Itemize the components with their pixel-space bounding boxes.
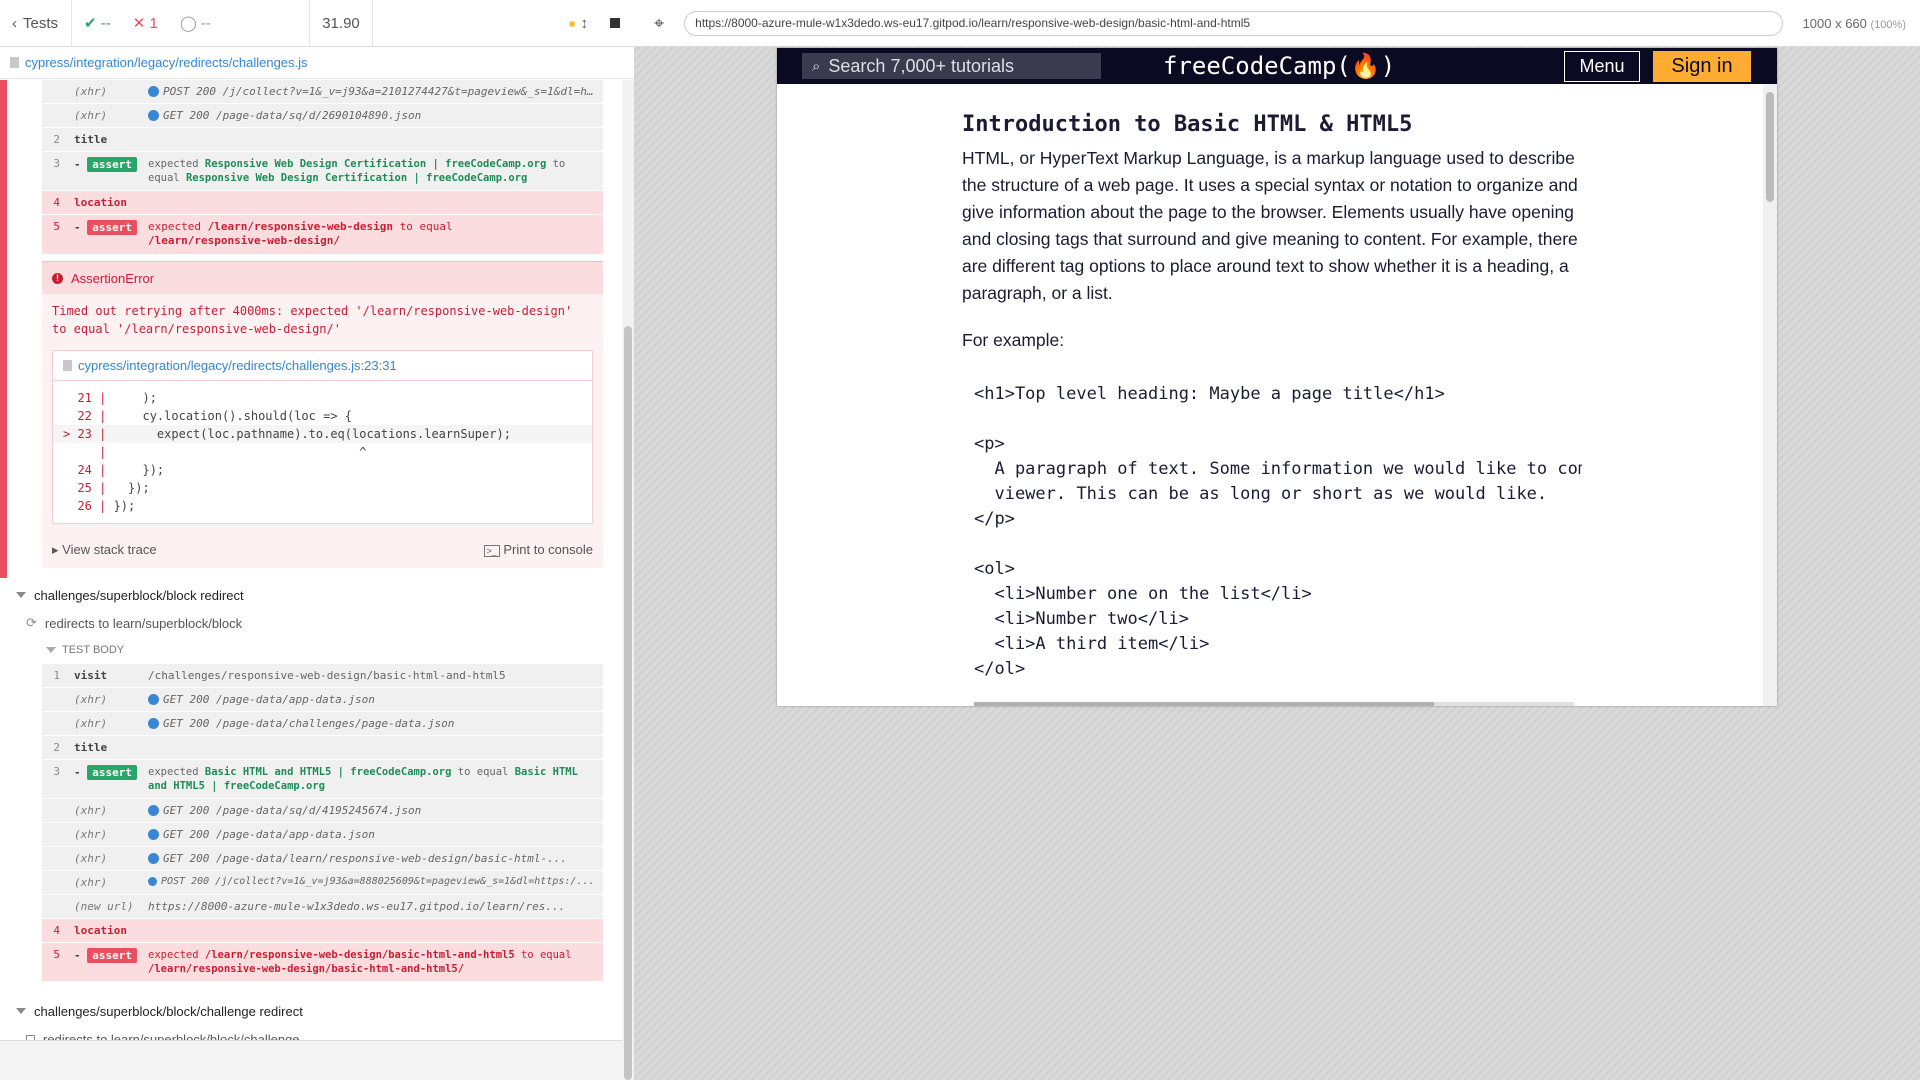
reporter-footer [0,1040,622,1080]
code-example: <h1>Top level heading: Maybe a page titl… [974,384,1582,679]
xhr-dot-icon [148,718,159,729]
check-icon: ✔ [84,15,97,32]
command-row[interactable]: (xhr) POST 200 /j/collect?v=1&_v=j93&a=88… [42,871,603,895]
scrollbar-thumb[interactable] [624,326,632,1080]
assert-row[interactable]: 3 - assert expected Responsive Web Desig… [42,152,603,191]
command-row[interactable]: (xhr) GET 200 /page-data/challenges/page-… [42,712,603,736]
assert-badge: assert [87,765,137,780]
assert-row[interactable]: 3 - assert expected Basic HTML and HTML5… [42,760,603,799]
assert-badge: assert [87,220,137,235]
menu-button[interactable]: Menu [1564,51,1640,82]
xhr-dot-icon [148,86,159,97]
test-title[interactable]: redirects to learn/superblock/block/chal… [0,1026,620,1040]
x-icon: ✕ [132,15,146,32]
stats-summary: ✔ -- ✕ 1 ◯ -- [72,0,310,47]
code-line: 24 | }); [63,463,165,477]
reporter-scrollbar[interactable] [622,80,634,1080]
command-row[interactable]: (xhr) GET 200 /page-data/app-data.json [42,688,603,712]
assert-badge: assert [87,157,137,172]
iframe-scrollbar[interactable] [1763,84,1777,706]
xhr-dot-icon [148,110,159,121]
xhr-dot-icon [148,694,159,705]
status-dot-icon: ● [568,15,577,31]
error-message: Timed out retrying after 4000ms: expecte… [52,304,573,336]
command-row[interactable]: (xhr) POST 200 /j/collect?v=1&_v=j93&a=2… [42,80,603,104]
command-row[interactable]: 1 visit/challenges/responsive-web-design/… [42,664,603,688]
app-under-test-panel: ⌖ https://8000-azure-mule-w1x3dedo.ws-eu… [634,0,1920,1080]
duration: 31.90 [310,0,373,47]
test-body-label[interactable]: TEST BODY [0,636,620,664]
reporter-header: ‹ Tests ✔ -- ✕ 1 ◯ -- 31.90 ● ↕ [0,0,634,47]
command-row[interactable]: (xhr) GET 200 /page-data/app-data.json [42,823,603,847]
suite-title[interactable]: challenges/superblock/block redirect [0,580,620,610]
code-line: | ^ [63,445,367,459]
lesson-content: Introduction to Basic HTML & HTML5 HTML,… [962,112,1582,682]
print-to-console-button[interactable]: >_ Print to console [483,542,593,558]
page-title: Introduction to Basic HTML & HTML5 [962,112,1413,137]
code-line: > 23 | expect(loc.pathname).to.eq(locati… [53,425,592,443]
app-iframe[interactable]: ⌕ Search 7,000+ tutorials freeCodeCamp(🔥)… [777,48,1777,706]
viewport-size: 1000 x 660 (100%) [1802,15,1906,31]
assert-row-failed[interactable]: 5 - assert expected /learn/responsive-we… [42,215,603,255]
circle-icon: ◯ [179,15,197,32]
aut-header: ⌖ https://8000-azure-mule-w1x3dedo.ws-eu… [634,0,1920,47]
error-title: ! AssertionError [42,262,603,294]
example-label: For example: [962,330,1065,350]
code-line: 21 | ); [63,391,157,405]
command-row[interactable]: (xhr) GET 200 /page-data/sq/d/2690104890… [42,104,603,128]
command-row[interactable]: 2 title [42,128,603,152]
tests-back-button[interactable]: ‹ Tests [0,0,72,47]
fcc-navbar: ⌕ Search 7,000+ tutorials freeCodeCamp(🔥)… [777,48,1777,84]
reporter-controls: ● ↕ [373,0,634,47]
terminal-icon: >_ [483,545,500,557]
intro-paragraph: HTML, or HyperText Markup Language, is a… [962,148,1578,303]
reporter-scroll-area: (xhr) POST 200 /j/collect?v=1&_v=j93&a=2… [0,80,620,1040]
command-row[interactable]: 4 location [42,191,603,215]
passed-stat: ✔ -- [84,15,111,32]
auto-scroll-icon[interactable]: ↕ [581,15,589,32]
spec-file-link[interactable]: cypress/integration/legacy/redirects/cha… [0,47,634,79]
test-title[interactable]: ⟳ redirects to learn/superblock/block [0,610,620,636]
xhr-dot-icon [148,829,159,840]
command-row[interactable]: (new url) https://8000-azure-mule-w1x3ded… [42,895,603,919]
url-input[interactable]: https://8000-azure-mule-w1x3dedo.ws-eu17… [684,10,1783,36]
failed-stat: ✕ 1 [132,15,158,32]
code-line: 25 | }); [63,481,150,495]
assert-row-failed[interactable]: 5 - assert expected /learn/responsive-we… [42,943,603,982]
selector-playground-icon[interactable]: ⌖ [654,13,664,34]
xhr-dot-icon [148,877,157,886]
file-icon [63,360,72,371]
chevron-down-icon [16,592,26,598]
search-icon: ⌕ [812,57,821,75]
command-row[interactable]: 2 title [42,736,603,760]
command-row[interactable]: (xhr) GET 200 /page-data/sq/d/4195245674.… [42,799,603,823]
code-line: 26 | }); [63,499,136,513]
assert-badge: assert [87,948,137,963]
xhr-dot-icon [148,805,159,816]
pending-stat: ◯ -- [179,15,211,32]
search-input[interactable]: ⌕ Search 7,000+ tutorials [802,53,1101,79]
error-icon: ! [52,272,63,284]
file-icon [10,57,19,68]
xhr-dot-icon [148,853,159,864]
command-row[interactable]: (xhr) GET 200 /page-data/learn/responsive… [42,847,603,871]
chevron-down-icon [46,647,56,653]
chevron-left-icon: ‹ [12,14,17,32]
chevron-down-icon [16,1008,26,1014]
code-hscrollbar[interactable] [974,702,1574,706]
error-panel: ! AssertionError Timed out retrying after… [42,261,603,568]
spinner-icon: ⟳ [26,615,37,630]
code-frame: cypress/integration/legacy/redirects/cha… [52,350,593,524]
view-stack-trace-button[interactable]: ▸ View stack trace [52,542,157,558]
fcc-logo[interactable]: freeCodeCamp(🔥) [1163,52,1395,80]
code-frame-link[interactable]: cypress/integration/legacy/redirects/cha… [53,351,592,381]
sign-in-button[interactable]: Sign in [1653,51,1751,82]
suite-title[interactable]: challenges/superblock/block/challenge re… [0,996,620,1026]
command-row[interactable]: 4 location [42,919,603,943]
stop-icon[interactable] [610,18,620,28]
tests-label: Tests [23,14,59,32]
code-line: 22 | cy.location().should(loc => { [63,409,352,423]
